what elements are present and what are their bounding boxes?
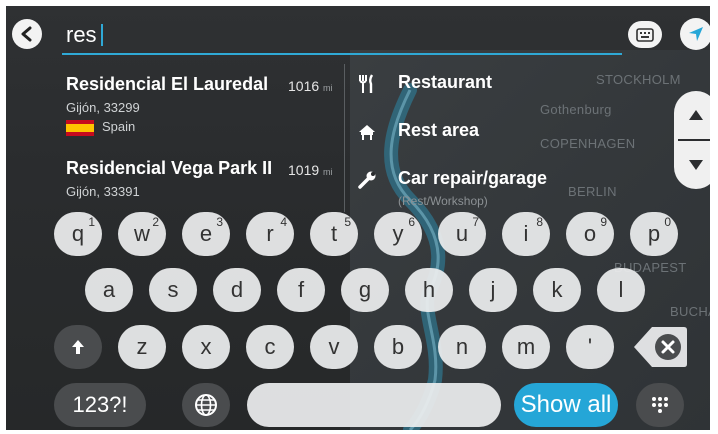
key-l[interactable]: l [597,268,645,312]
key-m[interactable]: m [502,325,550,369]
screen: STOCKHOLM Gothenburg COPENHAGEN BERLIN B… [0,0,718,434]
key-p[interactable]: p0 [630,212,678,256]
key-x[interactable]: x [182,325,230,369]
map-city-label: Gothenburg [540,102,612,117]
navigation-button[interactable] [680,18,710,50]
key-d[interactable]: d [213,268,261,312]
key-a[interactable]: a [85,268,133,312]
key-o[interactable]: o9 [566,212,614,256]
category-label: Restaurant [398,72,493,92]
map-city-label: BUCHA [670,304,710,319]
key-y[interactable]: y6 [374,212,422,256]
key-z[interactable]: z [118,325,166,369]
back-button[interactable] [12,19,42,49]
key-f[interactable]: f [277,268,325,312]
rest-area-icon [356,120,378,144]
key-s[interactable]: s [149,268,197,312]
shift-key[interactable] [54,325,102,369]
key-i[interactable]: i8 [502,212,550,256]
spain-flag-icon [66,120,94,136]
key-w[interactable]: w2 [118,212,166,256]
scroll-down-button[interactable] [674,141,710,189]
key-apostrophe[interactable]: ' [566,325,614,369]
show-all-button[interactable]: Show all [514,383,618,427]
language-key[interactable] [182,383,230,427]
column-divider [344,64,345,212]
backspace-key[interactable] [632,325,688,369]
fork-knife-icon [356,72,378,96]
search-underline [62,53,622,55]
search-input[interactable]: res [66,22,97,48]
result-address: Gijón, 33299 [66,100,140,115]
space-key[interactable] [247,383,501,427]
triangle-up-icon [689,110,703,120]
key-k[interactable]: k [533,268,581,312]
keyboard-toggle-button[interactable] [628,21,662,48]
dot-grid-icon [652,397,668,413]
result-distance: 1019 mi [288,162,333,178]
arrow-up-icon [72,340,84,354]
key-q[interactable]: q1 [54,212,102,256]
wrench-icon [356,168,378,192]
globe-icon [195,394,217,416]
result-address: Gijón, 33391 [66,184,140,199]
key-e[interactable]: e3 [182,212,230,256]
key-t[interactable]: t5 [310,212,358,256]
text-cursor [101,24,103,46]
map-city-label: STOCKHOLM [596,72,681,87]
category-label: Car repair/garage [398,168,548,188]
key-g[interactable]: g [341,268,389,312]
numbers-symbols-key[interactable]: 123?! [54,383,146,427]
key-n[interactable]: n [438,325,486,369]
map-city-label: BERLIN [568,184,617,199]
result-distance: 1016 mi [288,78,333,94]
category-sublabel: (Rest/Workshop) [398,194,488,208]
navigation-arrow-icon [689,27,703,41]
key-r[interactable]: r4 [246,212,294,256]
result-country: Spain [102,119,136,134]
key-b[interactable]: b [374,325,422,369]
keyboard-icon [636,27,654,42]
navigation-device: STOCKHOLM Gothenburg COPENHAGEN BERLIN B… [6,6,710,430]
list-scroll-control [674,91,710,189]
map-city-label: COPENHAGEN [540,136,636,151]
key-u[interactable]: u7 [438,212,486,256]
result-name: Residencial Vega Park II [66,158,273,178]
key-j[interactable]: j [469,268,517,312]
key-h[interactable]: h [405,268,453,312]
key-v[interactable]: v [310,325,358,369]
arrow-left-icon [21,26,32,42]
keypad-layout-button[interactable] [636,383,684,427]
scroll-up-button[interactable] [674,91,710,139]
category-label: Rest area [398,120,480,140]
triangle-down-icon [689,160,703,170]
key-c[interactable]: c [246,325,294,369]
result-name: Residencial El Lauredal [66,74,269,94]
